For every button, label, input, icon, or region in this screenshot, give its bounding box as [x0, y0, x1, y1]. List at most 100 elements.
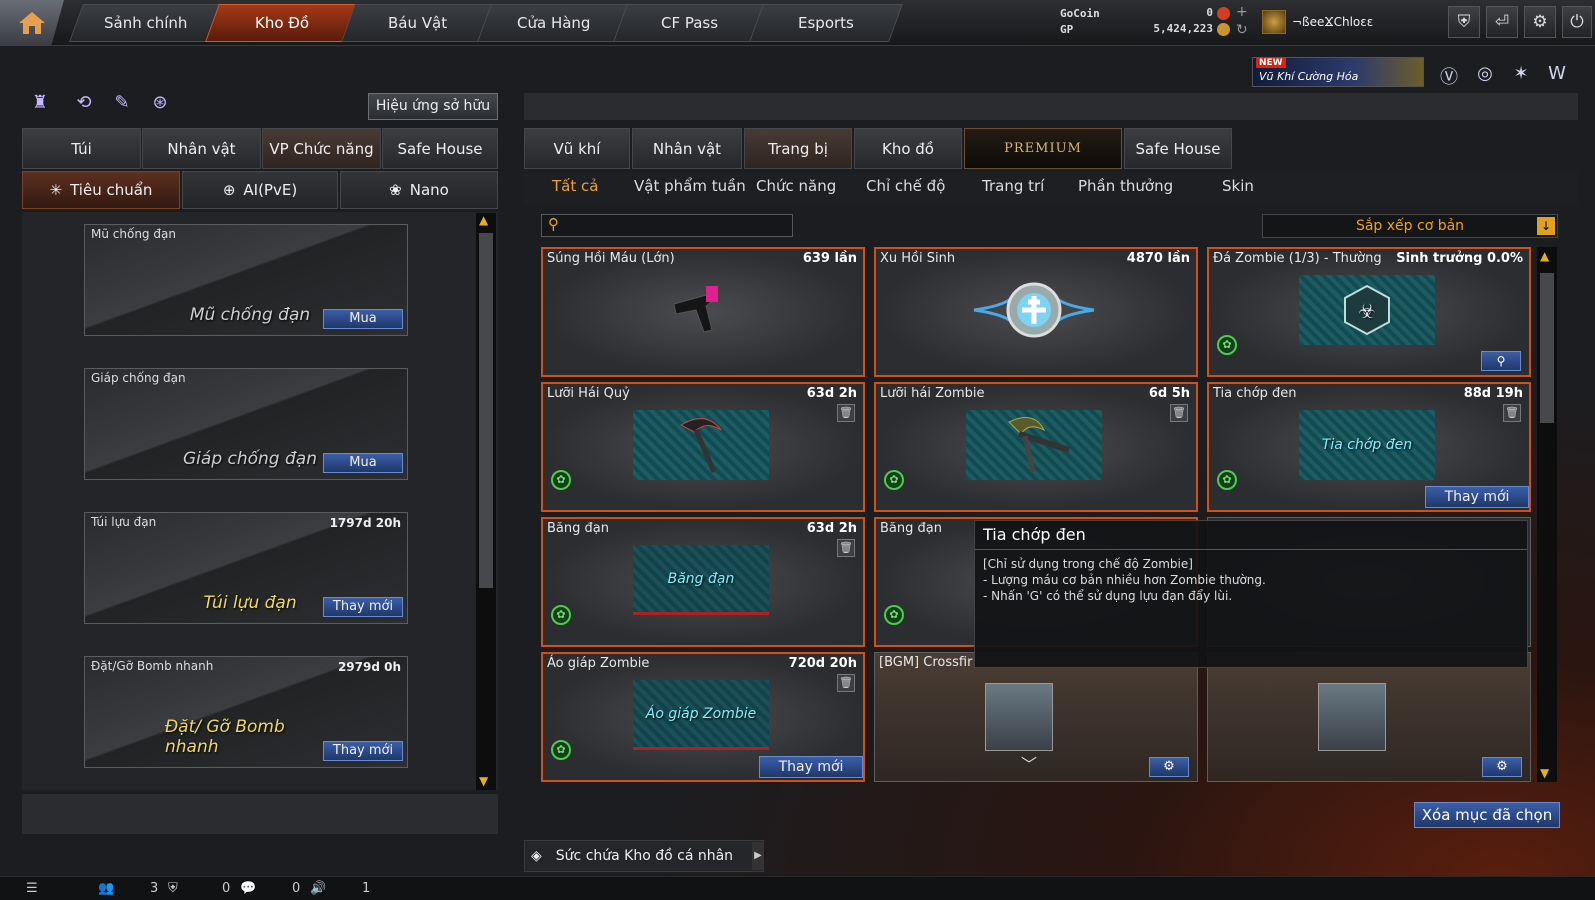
filter-skin[interactable]: Skin: [1222, 177, 1254, 195]
filter-subtabs: Tất cả Vật phẩm tuần Chức năng Chỉ chế đ…: [524, 171, 1578, 205]
item-card[interactable]: Lưỡi hái Zombie 6d 5h 🗑 ✿: [874, 382, 1198, 512]
renew-button[interactable]: Thay mới: [323, 597, 403, 617]
plus-icon[interactable]: +: [1236, 4, 1248, 20]
item-tooltip: Tia chớp đen [Chỉ sử dụng trong chế độ Z…: [974, 520, 1528, 668]
nav-tab-inventory[interactable]: Kho Đồ: [205, 4, 359, 42]
expand-arrow-icon[interactable]: ▶: [752, 842, 764, 870]
subtab-standard[interactable]: ✳ Tiêu chuẩn: [22, 171, 180, 209]
tab-equipment[interactable]: Trang bị: [744, 128, 852, 169]
left-tab-bag[interactable]: Túi: [22, 128, 141, 169]
nav-tab-shop[interactable]: Cửa Hàng: [477, 4, 631, 42]
zoom-icon[interactable]: ⚲: [1481, 351, 1521, 371]
filter-reward[interactable]: Phần thưởng: [1078, 177, 1173, 195]
chat-count: 0: [292, 881, 301, 896]
filter-function[interactable]: Chức năng: [756, 177, 836, 195]
buy-button[interactable]: Mua: [323, 453, 403, 473]
tab-storage[interactable]: Kho đồ: [854, 128, 962, 169]
left-scrollbar[interactable]: ▲ ▼: [476, 213, 496, 790]
gift-icon[interactable]: ♜: [26, 92, 54, 120]
revive-coin-image: [966, 275, 1102, 345]
item-card[interactable]: Tia chớp đen 88d 19h 🗑 Tia chớp đen ✿ Th…: [1207, 382, 1531, 512]
renew-button[interactable]: Thay mới: [323, 741, 403, 761]
tab-weapons[interactable]: Vũ khí: [524, 128, 630, 169]
trash-icon[interactable]: 🗑: [1503, 404, 1521, 422]
item-card[interactable]: ⚙: [1207, 652, 1531, 782]
item-card[interactable]: [BGM] Crossfir ﹀ ⚙: [874, 652, 1198, 782]
trash-icon[interactable]: 🗑: [837, 539, 855, 557]
tab-character[interactable]: Nhân vật: [632, 128, 742, 169]
tab-premium[interactable]: PREMIUM: [964, 128, 1122, 169]
item-card[interactable]: Băng đạn 63d 2h 🗑 Băng đạn ✿: [541, 517, 865, 647]
gp-label: GP: [1060, 22, 1074, 36]
nav-tab-lobby[interactable]: Sảnh chính: [69, 4, 223, 42]
item-card[interactable]: Áo giáp Zombie 720d 20h 🗑 Áo giáp Zombie…: [541, 652, 865, 782]
scythe-image: [633, 410, 769, 480]
power-icon[interactable]: ⏻: [1562, 6, 1592, 38]
w-logo-icon[interactable]: W: [1544, 63, 1570, 89]
capacity-button[interactable]: ◈ Sức chứa Kho đồ cá nhân: [524, 840, 764, 872]
trash-icon[interactable]: 🗑: [1170, 404, 1188, 422]
item-card[interactable]: Xu Hồi Sinh 4870 lần: [874, 247, 1198, 377]
friends-icon[interactable]: 👥: [98, 881, 114, 896]
filter-weekly[interactable]: Vật phẩm tuần: [634, 177, 746, 195]
user-info[interactable]: ¬ßeeϪChloεε: [1262, 10, 1373, 34]
event-icon[interactable]: ✶: [1508, 63, 1534, 89]
clan-icon[interactable]: ⛨: [1448, 6, 1480, 38]
refresh-icon[interactable]: ↻: [1236, 22, 1248, 38]
nav-tab-esports[interactable]: Esports: [749, 4, 903, 42]
gocoin-value: 0: [1206, 6, 1213, 20]
gear-icon[interactable]: ⚙: [1149, 757, 1189, 777]
clear-selected-button[interactable]: Xóa mục đã chọn: [1414, 802, 1560, 828]
character-icon[interactable]: ✎: [108, 92, 136, 120]
trash-icon[interactable]: 🗑: [837, 404, 855, 422]
gear-icon[interactable]: ⚙: [1482, 757, 1522, 777]
chat-icon[interactable]: 💬: [240, 881, 256, 896]
owned-effects-button[interactable]: Hiệu ứng sở hữu: [368, 93, 498, 120]
cycle-icon[interactable]: ⟲: [70, 92, 98, 120]
scroll-thumb[interactable]: [1540, 273, 1554, 423]
list-item[interactable]: Mũ chống đạn Mũ chống đạn Mua: [84, 224, 408, 336]
home-button[interactable]: [0, 0, 64, 46]
left-tab-character[interactable]: Nhân vật: [142, 128, 261, 169]
buy-button[interactable]: Mua: [323, 309, 403, 329]
item-card[interactable]: Súng Hồi Máu (Lớn) 639 lần: [541, 247, 865, 377]
list-item[interactable]: Đặt/Gỡ Bomb nhanh 2979d 0h Đặt/ Gỡ Bomb …: [84, 656, 408, 768]
sort-dropdown[interactable]: Sắp xếp cơ bản ↓: [1262, 214, 1558, 238]
renew-button[interactable]: Thay mới: [759, 756, 863, 778]
target-icon[interactable]: ◎: [1472, 63, 1498, 89]
list-item[interactable]: Túi lựu đạn 1797d 20h Túi lựu đạn Thay m…: [84, 512, 408, 624]
item-card[interactable]: Đá Zombie (1/3) - Thường Sinh trưởng 0.0…: [1207, 247, 1531, 377]
vip-badge-icon[interactable]: Ⓥ: [1436, 63, 1462, 89]
exit-room-icon[interactable]: ⏎: [1486, 6, 1518, 38]
scroll-up-icon[interactable]: ▲: [1540, 249, 1549, 263]
promo-banner[interactable]: NEW Vũ Khí Cường Hóa: [1252, 57, 1424, 87]
tab-safe-house[interactable]: Safe House: [1124, 128, 1232, 169]
mouse-icon[interactable]: ⊛: [146, 92, 174, 120]
search-input[interactable]: ⚲: [541, 214, 793, 237]
chevron-down-icon[interactable]: ﹀: [1021, 751, 1037, 775]
settings-gear-icon[interactable]: ⚙: [1524, 6, 1556, 38]
right-scrollbar[interactable]: ▲ ▼: [1537, 247, 1557, 782]
nav-tab-cf-pass[interactable]: CF Pass: [613, 4, 767, 42]
subtab-nano[interactable]: ❀ Nano: [340, 171, 498, 209]
subtab-ai-pve[interactable]: ⊕ AI(PvE): [182, 171, 338, 209]
left-tab-safe-house[interactable]: Safe House: [382, 128, 498, 169]
filter-mode-only[interactable]: Chỉ chế độ: [866, 177, 945, 195]
clan-shield-icon[interactable]: ⛨: [168, 881, 178, 896]
filter-decoration[interactable]: Trang trí: [982, 177, 1044, 195]
filter-all[interactable]: Tất cả: [552, 177, 598, 195]
friends-count: 3: [150, 881, 159, 896]
list-item[interactable]: Giáp chống đạn Giáp chống đạn Mua: [84, 368, 408, 480]
item-card[interactable]: Lưỡi Hái Quỷ 63d 2h 🗑 ✿: [541, 382, 865, 512]
trash-icon[interactable]: 🗑: [837, 674, 855, 692]
left-tab-function[interactable]: VP Chức năng: [262, 128, 381, 169]
nav-tab-treasure[interactable]: Báu Vật: [341, 4, 495, 42]
renew-button[interactable]: Thay mới: [1425, 486, 1529, 508]
menu-list-icon[interactable]: ☰: [26, 881, 38, 896]
scroll-up-icon[interactable]: ▲: [479, 213, 488, 227]
scroll-down-icon[interactable]: ▼: [1540, 766, 1549, 780]
scroll-thumb[interactable]: [479, 233, 493, 588]
tooltip-line: - Nhấn 'G' có thể sử dụng lựu đạn đẩy lù…: [983, 589, 1233, 603]
scroll-down-icon[interactable]: ▼: [479, 774, 488, 788]
speaker-icon[interactable]: 🔊: [310, 881, 326, 896]
